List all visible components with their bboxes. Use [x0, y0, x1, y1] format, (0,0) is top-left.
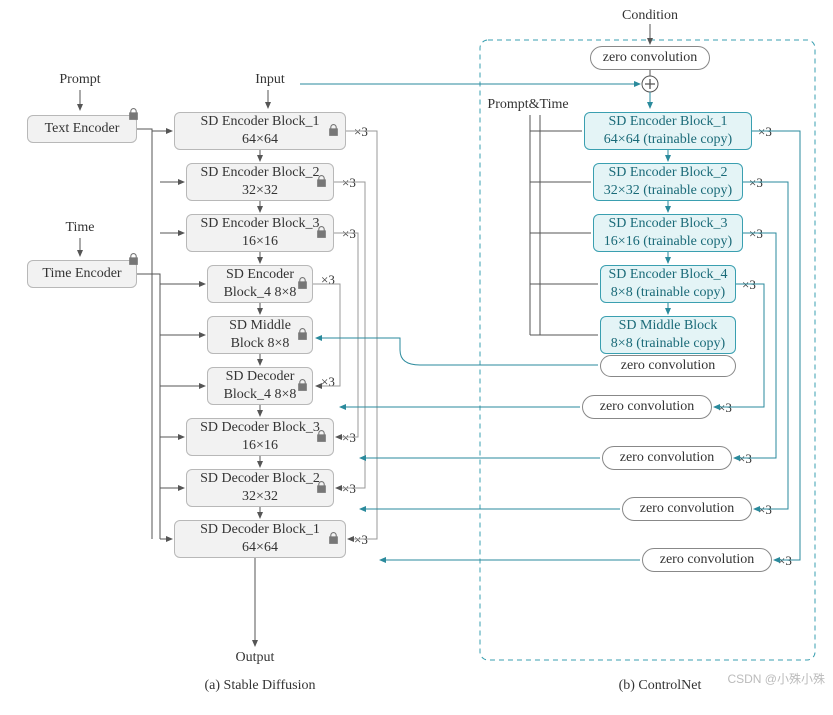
mult-x3: ×3 — [342, 430, 356, 446]
time-bus — [137, 274, 160, 539]
zero-conv-dec3: zero convolution — [602, 446, 732, 470]
sd-encoder-2: SD Encoder Block_232×32 — [186, 163, 334, 201]
skip-3 — [334, 233, 358, 437]
lock-icon — [297, 379, 308, 392]
mult-x3: ×3 — [342, 175, 356, 191]
lock-icon — [328, 532, 339, 545]
text-encoder-label: Text Encoder — [45, 120, 120, 138]
time-encoder-block: Time Encoder — [27, 260, 137, 288]
mult-x3: ×3 — [342, 481, 356, 497]
plus-icon — [645, 79, 655, 89]
skip-1 — [346, 131, 377, 539]
mult-x3: ×3 — [354, 124, 368, 140]
zero-conv-top: zero convolution — [590, 46, 710, 70]
lock-icon — [297, 328, 308, 341]
prompt-label: Prompt — [50, 72, 110, 88]
zero-conv-dec4: zero convolution — [582, 395, 712, 419]
mult-x3: ×3 — [718, 400, 732, 416]
cn-to-sd-mid — [316, 338, 598, 365]
condition-label: Condition — [610, 8, 690, 24]
lock-icon — [328, 124, 339, 137]
output-label: Output — [225, 650, 285, 666]
cn-skip-1 — [752, 131, 800, 560]
lock-icon — [316, 481, 327, 494]
cn-middle: SD Middle Block8×8 (trainable copy) — [600, 316, 736, 354]
zero-conv-dec2: zero convolution — [622, 497, 752, 521]
lock-icon — [128, 253, 139, 266]
cn-encoder-3: SD Encoder Block_316×16 (trainable copy) — [593, 214, 743, 252]
mult-x3: ×3 — [742, 277, 756, 293]
lock-icon — [297, 277, 308, 290]
input-label: Input — [240, 72, 300, 88]
sd-encoder-1: SD Encoder Block_164×64 — [174, 112, 346, 150]
lock-icon — [128, 108, 139, 121]
cn-encoder-2: SD Encoder Block_232×32 (trainable copy) — [593, 163, 743, 201]
mult-x3: ×3 — [758, 124, 772, 140]
lock-icon — [316, 175, 327, 188]
zero-conv-mid: zero convolution — [600, 355, 736, 377]
prompt-time-label: Prompt&Time — [478, 97, 578, 113]
mult-x3: ×3 — [342, 226, 356, 242]
sd-encoder-3: SD Encoder Block_316×16 — [186, 214, 334, 252]
mult-x3: ×3 — [321, 272, 335, 288]
mult-x3: ×3 — [321, 374, 335, 390]
zero-conv-dec1: zero convolution — [642, 548, 772, 572]
mult-x3: ×3 — [749, 175, 763, 191]
mult-x3: ×3 — [738, 451, 752, 467]
cn-skip-3 — [734, 233, 776, 458]
caption-b: (b) ControlNet — [590, 678, 730, 694]
time-encoder-label: Time Encoder — [42, 265, 121, 283]
cn-encoder-4: SD Encoder Block_48×8 (trainable copy) — [600, 265, 736, 303]
sd-decoder-2: SD Decoder Block_232×32 — [186, 469, 334, 507]
text-encoder-block: Text Encoder — [27, 115, 137, 143]
sd-decoder-1: SD Decoder Block_164×64 — [174, 520, 346, 558]
text-bus — [137, 129, 152, 539]
sd-decoder-3: SD Decoder Block_316×16 — [186, 418, 334, 456]
mult-x3: ×3 — [749, 226, 763, 242]
time-label: Time — [55, 220, 105, 236]
watermark-text: CSDN @小殊小殊 — [727, 670, 825, 687]
mult-x3: ×3 — [778, 553, 792, 569]
mult-x3: ×3 — [354, 532, 368, 548]
plus-node — [642, 76, 658, 92]
cn-encoder-1: SD Encoder Block_164×64 (trainable copy) — [584, 112, 752, 150]
skip-4 — [313, 284, 340, 386]
mult-x3: ×3 — [758, 502, 772, 518]
lock-icon — [316, 226, 327, 239]
caption-a: (a) Stable Diffusion — [170, 678, 350, 694]
lock-icon — [316, 430, 327, 443]
